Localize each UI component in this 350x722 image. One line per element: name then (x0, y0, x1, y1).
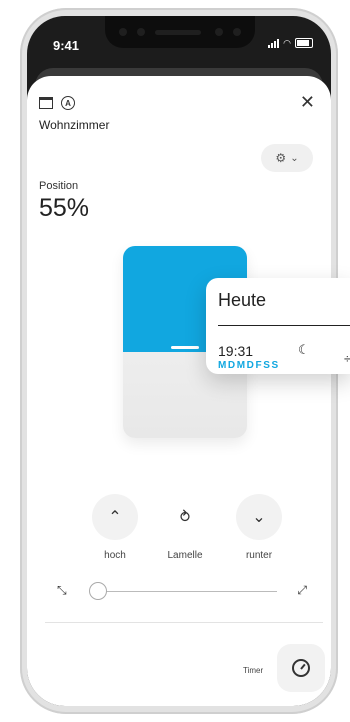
notch-dot (137, 28, 145, 36)
popup-title: Heute (218, 290, 267, 310)
slat-button[interactable]: ⥁ (162, 494, 208, 540)
down-control: ⌄ runter (219, 494, 299, 561)
header-icons: A (39, 96, 75, 110)
auto-mode-icon[interactable]: A (61, 96, 75, 110)
up-label: hoch (104, 550, 126, 561)
schedule-popup[interactable]: Heute 19:31 ☾ MDMDFSS ÷ (206, 278, 350, 374)
down-label: runter (245, 550, 273, 561)
room-name: Wohnzimmer (39, 118, 110, 132)
up-control: ⌃ hoch (75, 494, 155, 561)
popup-divider (218, 325, 350, 326)
status-time: 9:41 (53, 38, 80, 53)
up-button[interactable]: ⌃ (92, 494, 138, 540)
status-icons: ◠ (268, 38, 313, 48)
close-icon[interactable]: ✕ (300, 92, 315, 113)
blind-control-card: A ✕ Wohnzimmer ⚙ ⌄ Position 55% ⌃ hoch ⥁… (27, 76, 331, 706)
moon-icon: ☾ (298, 342, 310, 357)
slat-control: ⥁ Lamelle (145, 494, 225, 561)
down-button[interactable]: ⌄ (236, 494, 282, 540)
status-bar: 9:41 ◠ (27, 16, 331, 64)
slider-thumb[interactable] (89, 582, 107, 600)
timer-button[interactable] (277, 644, 325, 692)
gear-icon: ⚙ (275, 151, 287, 165)
divider (45, 622, 323, 623)
divide-icon: ÷ (344, 352, 350, 366)
chevron-down-icon: ⌄ (290, 152, 299, 164)
notch (105, 16, 255, 48)
notch-dot (119, 28, 127, 36)
notch-dot (233, 28, 241, 36)
slider-track[interactable] (99, 591, 277, 592)
slat-tilt-icon: ⥁ (179, 509, 191, 526)
chevron-up-icon: ⌃ (108, 509, 122, 526)
chevron-down-icon: ⌄ (252, 509, 266, 526)
timer-label: Timer (243, 666, 264, 675)
signal-icon (268, 39, 280, 48)
shutter-drag-handle[interactable] (171, 346, 199, 349)
timer-icon (292, 659, 310, 677)
slat-closed-icon: ⤡ (57, 583, 67, 597)
schedule-time: 19:31 (218, 343, 254, 359)
notch-dot (215, 28, 223, 36)
wifi-icon: ◠ (283, 38, 291, 48)
position-value: 55% (39, 194, 90, 222)
position-label: Position (39, 180, 79, 192)
notch-speaker (155, 30, 201, 35)
settings-button[interactable]: ⚙ ⌄ (261, 144, 313, 172)
blind-icon (39, 97, 53, 109)
slat-open-icon: ⤢ (297, 583, 307, 597)
schedule-days: MDMDFSS (218, 360, 280, 371)
slat-slider[interactable]: ⤡ ⤢ (57, 582, 307, 602)
slat-label: Lamelle (167, 550, 203, 561)
battery-icon (295, 38, 313, 48)
